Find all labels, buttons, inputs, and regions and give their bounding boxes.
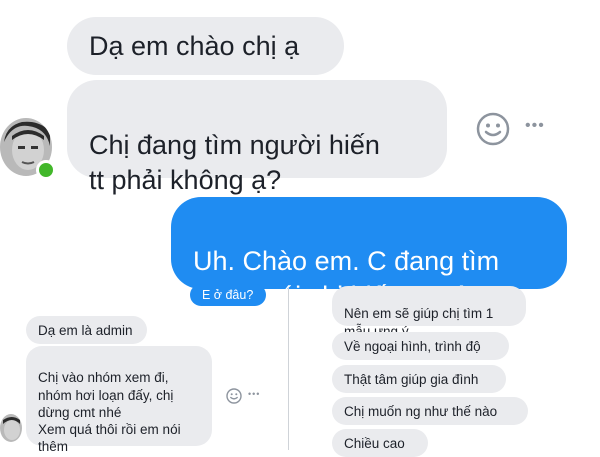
message-incoming-group: Chị vào nhóm xem đi, nhóm hơi loạn đấy, … <box>26 346 212 454</box>
message-text: Chiều cao <box>344 436 405 451</box>
message-incoming-admin: Dạ em là admin <box>26 316 147 344</box>
more-options-icon[interactable]: ••• <box>248 389 260 399</box>
message-incoming-question: Chị đang tìm người hiến tt phải không ạ? <box>67 80 447 195</box>
message-outgoing-location: E ở đâu? <box>190 284 266 306</box>
more-options-icon[interactable]: ••• <box>525 117 545 135</box>
message-outgoing-reply: Uh. Chào em. C đang tìm cho c gái chị hi… <box>171 197 567 311</box>
smiley-icon[interactable] <box>476 112 510 146</box>
message-incoming-height: Chiều cao <box>332 429 428 457</box>
message-text: Chị vào nhóm xem đi, nhóm hơi loạn đấy, … <box>38 370 181 455</box>
online-status-dot <box>36 160 56 180</box>
message-text: E ở đâu? <box>202 288 254 302</box>
message-incoming-greeting: Dạ em chào chị ạ <box>67 17 344 75</box>
divider <box>288 288 289 450</box>
message-text: Dạ em chào chị ạ <box>89 31 300 61</box>
avatar-small[interactable] <box>0 414 22 442</box>
message-incoming-family: Thật tâm giúp gia đình <box>332 365 506 393</box>
message-text: Thật tâm giúp gia đình <box>344 372 479 387</box>
message-text: Chị muốn ng như thế nào <box>344 404 498 419</box>
message-text: Dạ em là admin <box>38 323 133 338</box>
message-text: Chị đang tìm người hiến tt phải không ạ? <box>89 130 380 196</box>
message-incoming-preference: Chị muốn ng như thế nào <box>332 397 528 425</box>
message-incoming-help: Nên em sẽ giúp chị tìm 1 mẫu ưng ý <box>332 286 526 339</box>
smiley-icon[interactable] <box>226 388 242 404</box>
message-incoming-appearance: Về ngoại hình, trình độ <box>332 332 509 360</box>
message-text: Về ngoại hình, trình độ <box>344 339 481 354</box>
avatar-image <box>0 414 22 442</box>
